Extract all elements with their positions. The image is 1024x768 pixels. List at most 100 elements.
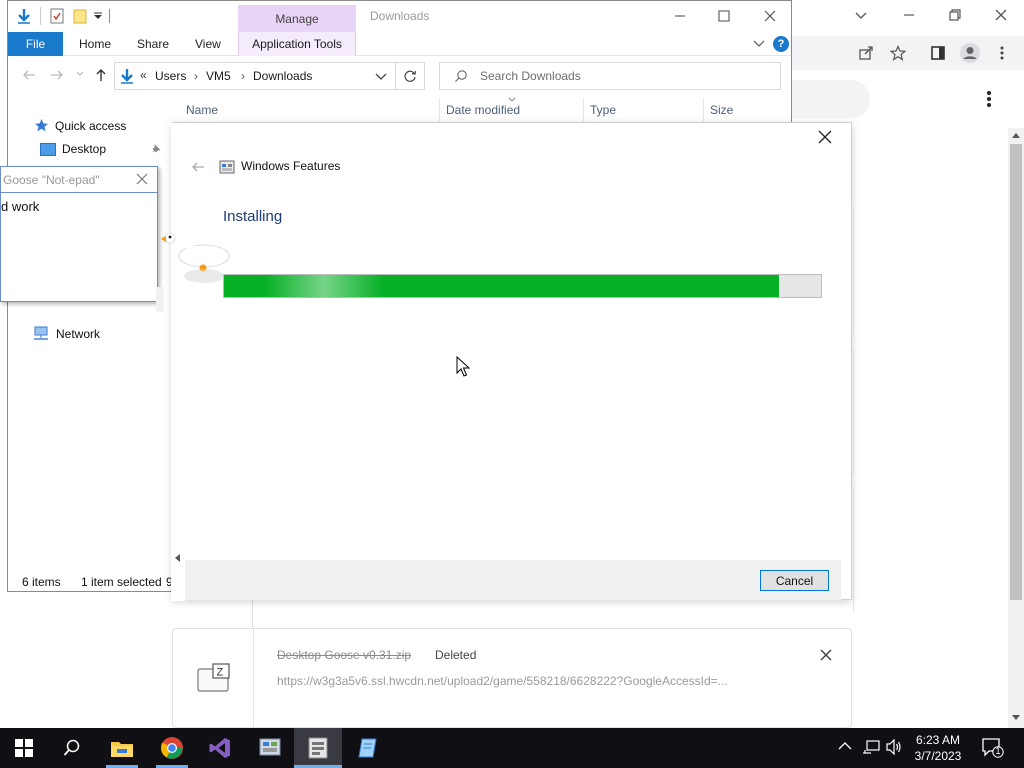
taskbar-notepad[interactable] — [344, 728, 392, 768]
sort-indicator-icon — [508, 97, 516, 102]
close-icon[interactable] — [136, 173, 148, 185]
bookmark-star-icon[interactable] — [886, 41, 910, 65]
window-title: Downloads — [370, 9, 430, 23]
desktop-folder-icon — [40, 142, 56, 156]
tab-share[interactable]: Share — [137, 32, 169, 56]
card-edge — [850, 348, 854, 476]
divider — [439, 98, 440, 122]
nav-network[interactable]: Network — [32, 326, 100, 341]
search-box[interactable]: Search Downloads — [439, 62, 781, 90]
taskbar-app-5[interactable] — [246, 728, 294, 768]
windows-logo-icon — [15, 739, 33, 757]
nav-quick-access[interactable]: Quick access — [34, 118, 126, 133]
maximize-icon[interactable] — [716, 8, 732, 24]
help-icon[interactable]: ? — [773, 36, 789, 52]
tab-file[interactable]: File — [8, 32, 63, 56]
refresh-icon[interactable] — [403, 69, 417, 83]
installing-heading: Installing — [223, 208, 283, 225]
download-url[interactable]: https://w3g3a5v6.ssl.hwcdn.net/upload2/g… — [277, 674, 728, 688]
taskbar: 6:23 AM 3/7/2023 1 — [0, 728, 1024, 768]
breadcrumb-vm5[interactable]: VM5 — [206, 69, 231, 83]
search-button[interactable] — [48, 728, 96, 768]
downloads-more-icon[interactable] — [984, 90, 994, 108]
chrome-scrollbar-thumb[interactable] — [1010, 144, 1022, 600]
zip-file-icon: Z — [197, 663, 231, 693]
recent-locations-icon[interactable] — [76, 71, 84, 77]
breadcrumb-downloads[interactable]: Downloads — [253, 69, 312, 83]
properties-icon[interactable] — [50, 8, 64, 24]
remove-download-icon[interactable] — [819, 648, 833, 662]
divider — [253, 629, 254, 729]
downloads-search-bar[interactable] — [790, 80, 870, 118]
divider — [583, 98, 584, 122]
show-hidden-icons[interactable] — [838, 741, 852, 751]
new-folder-icon[interactable] — [72, 8, 88, 24]
tab-search-icon[interactable] — [852, 6, 870, 24]
start-button[interactable] — [0, 728, 48, 768]
divider — [109, 9, 110, 23]
back-arrow-icon[interactable] — [22, 68, 36, 82]
download-arrow-icon — [16, 8, 32, 24]
overflow-chevron[interactable]: « — [140, 68, 147, 82]
search-placeholder: Search Downloads — [480, 69, 581, 83]
dialog-footer — [185, 560, 841, 600]
close-icon[interactable] — [762, 8, 778, 24]
taskbar-visual-studio[interactable] — [196, 728, 244, 768]
control-panel-icon — [259, 738, 281, 756]
tab-application-tools[interactable]: Application Tools — [238, 32, 356, 56]
clock-date: 3/7/2023 — [914, 749, 962, 763]
back-arrow-icon[interactable] — [191, 161, 205, 173]
tab-home[interactable]: Home — [79, 32, 111, 56]
share-icon[interactable] — [854, 41, 878, 65]
breadcrumb-users[interactable]: Users — [155, 69, 186, 83]
minimize-icon[interactable] — [900, 6, 918, 24]
divider — [252, 600, 253, 628]
column-date-modified[interactable]: Date modified — [446, 103, 520, 117]
scroll-left-icon[interactable] — [173, 553, 181, 563]
taskbar-file-explorer[interactable] — [98, 728, 146, 768]
notification-count: 1 — [995, 746, 1001, 756]
close-icon[interactable] — [817, 129, 833, 145]
desktop-goose[interactable] — [156, 226, 232, 286]
tab-manage[interactable]: Manage — [238, 5, 356, 32]
explorer-title-bar: Manage Downloads — [8, 1, 791, 32]
side-panel-icon[interactable] — [926, 41, 950, 65]
star-icon — [35, 119, 48, 132]
divider — [395, 63, 396, 89]
nav-label: Quick access — [55, 118, 127, 133]
restore-icon[interactable] — [946, 6, 964, 24]
close-icon[interactable] — [992, 6, 1010, 24]
minimize-icon[interactable] — [672, 8, 688, 24]
downloads-folder-icon — [119, 68, 135, 84]
nav-desktop[interactable]: Desktop — [40, 142, 106, 156]
scroll-up-arrow-icon[interactable] — [1011, 131, 1021, 139]
clock[interactable]: 6:23 AM 3/7/2023 — [906, 732, 970, 764]
breadcrumb-separator[interactable]: › — [241, 69, 245, 83]
address-history-icon[interactable] — [375, 72, 387, 82]
progress-shimmer — [264, 275, 384, 297]
network-status-icon[interactable] — [862, 739, 880, 755]
column-type[interactable]: Type — [590, 103, 616, 117]
taskbar-chrome[interactable] — [148, 728, 196, 768]
svg-text:Z: Z — [217, 667, 224, 679]
notification-center-icon[interactable]: 1 — [982, 738, 1004, 758]
folder-icon — [111, 742, 133, 757]
taskbar-windows-features[interactable] — [294, 728, 342, 768]
tab-view[interactable]: View — [195, 32, 221, 56]
cancel-button[interactable]: Cancel — [760, 570, 829, 591]
up-arrow-icon[interactable] — [94, 68, 108, 82]
expand-ribbon-icon[interactable] — [753, 39, 765, 49]
card-edge — [850, 206, 854, 334]
scroll-down-arrow-icon[interactable] — [1011, 714, 1021, 722]
breadcrumb-separator[interactable]: › — [194, 69, 198, 83]
chrome-menu-icon[interactable] — [990, 41, 1014, 65]
address-bar[interactable]: « Users › VM5 › Downloads — [114, 62, 425, 90]
notepad-text[interactable]: d work — [1, 199, 39, 214]
forward-arrow-icon[interactable] — [50, 68, 64, 82]
column-size[interactable]: Size — [710, 103, 733, 117]
profile-avatar-icon[interactable] — [958, 41, 982, 65]
column-name[interactable]: Name — [186, 103, 218, 117]
customize-qat-icon[interactable] — [94, 12, 102, 20]
volume-icon[interactable] — [886, 739, 902, 755]
download-filename[interactable]: Desktop Goose v0.31.zip — [277, 648, 411, 662]
